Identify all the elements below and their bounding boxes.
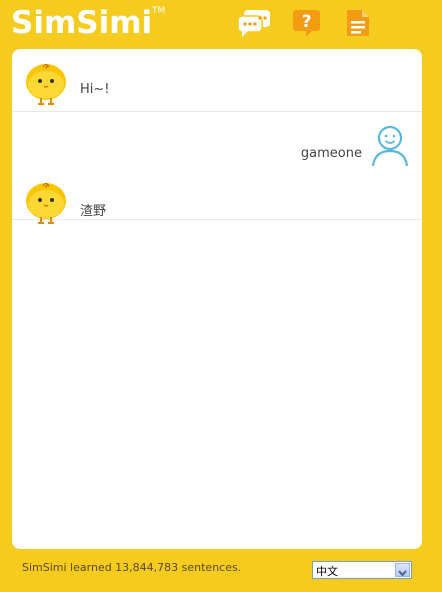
simsimi-avatar [24, 61, 70, 105]
bot-message: 渣野 [12, 174, 422, 224]
chat-button[interactable] [236, 8, 272, 38]
simsimi-chick-icon [26, 182, 66, 224]
user-person-icon [371, 125, 409, 167]
notes-button[interactable] [343, 8, 373, 38]
learned-sentences-status: SimSimi learned 13,844,783 sentences. [22, 561, 242, 574]
bot-message-text: Hi~! [80, 82, 110, 97]
app-header: SimSimi TM ? [0, 0, 442, 48]
user-message: gameone [12, 112, 422, 174]
simsimi-avatar [24, 180, 70, 224]
chevron-down-icon [398, 570, 407, 577]
question-bubble-icon: ? [293, 10, 320, 37]
language-select-value: 中文 [316, 565, 338, 578]
document-icon [347, 10, 369, 36]
simsimi-logo: SimSimi [11, 5, 153, 41]
help-button[interactable]: ? [292, 8, 322, 38]
language-select[interactable]: 中文 [312, 561, 412, 579]
trademark-mark: TM [152, 6, 166, 16]
chat-bubbles-icon [237, 10, 270, 37]
dropdown-arrow-button[interactable] [395, 563, 410, 577]
bot-message-text: 渣野 [80, 204, 107, 219]
user-avatar [369, 124, 411, 168]
bot-message: Hi~! [12, 49, 422, 112]
user-message-text: gameone [300, 146, 362, 161]
svg-text:?: ? [302, 12, 312, 32]
simsimi-chick-icon [26, 63, 66, 105]
chat-panel[interactable]: Hi~! gameone 渣野 [12, 49, 422, 549]
